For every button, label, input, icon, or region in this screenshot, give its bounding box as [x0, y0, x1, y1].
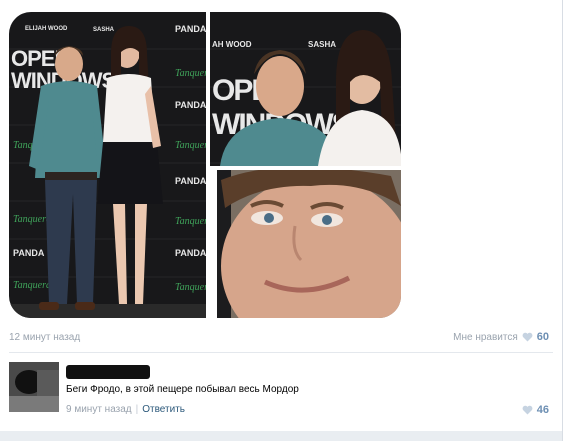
photo-waist-up[interactable]: AH WOOD SASHA OPEN WINDOWS: [210, 12, 401, 166]
comment-like-button[interactable]: 46: [522, 404, 549, 416]
reply-link[interactable]: Ответить: [142, 404, 185, 415]
like-count: 60: [536, 331, 549, 343]
post-card: ELIJAH WOOD SASHA PANDA OPEN WINDOWS Tan…: [0, 0, 571, 441]
avatar-image: [9, 362, 59, 412]
post-like-button[interactable]: Мне нравится 60: [453, 331, 549, 343]
next-post-edge: [0, 431, 562, 441]
divider: [9, 352, 553, 353]
comment-meta: 9 минут назад | Ответить: [66, 404, 185, 415]
heart-icon: [522, 332, 533, 342]
comment-timestamp[interactable]: 9 минут назад: [66, 404, 132, 415]
post-timestamp[interactable]: 12 минут назад: [9, 332, 80, 343]
people-figures-waist-up: [220, 30, 401, 166]
avatar[interactable]: [9, 362, 59, 412]
photo-full-length[interactable]: ELIJAH WOOD SASHA PANDA OPEN WINDOWS Tan…: [9, 12, 206, 318]
separator: |: [135, 404, 139, 415]
comment-like-count: 46: [536, 404, 549, 416]
comment-text: Беги Фродо, в этой пещере побывал весь М…: [66, 384, 299, 395]
page-right-border: [562, 0, 563, 441]
photo-collage[interactable]: ELIJAH WOOD SASHA PANDA OPEN WINDOWS Tan…: [9, 12, 401, 318]
people-figures: [9, 26, 206, 318]
like-label: Мне нравится: [453, 331, 518, 343]
photo-face-closeup[interactable]: [217, 170, 401, 318]
comment-author-redacted: [66, 365, 150, 379]
heart-icon: [522, 405, 533, 415]
face-closeup: [217, 170, 401, 318]
